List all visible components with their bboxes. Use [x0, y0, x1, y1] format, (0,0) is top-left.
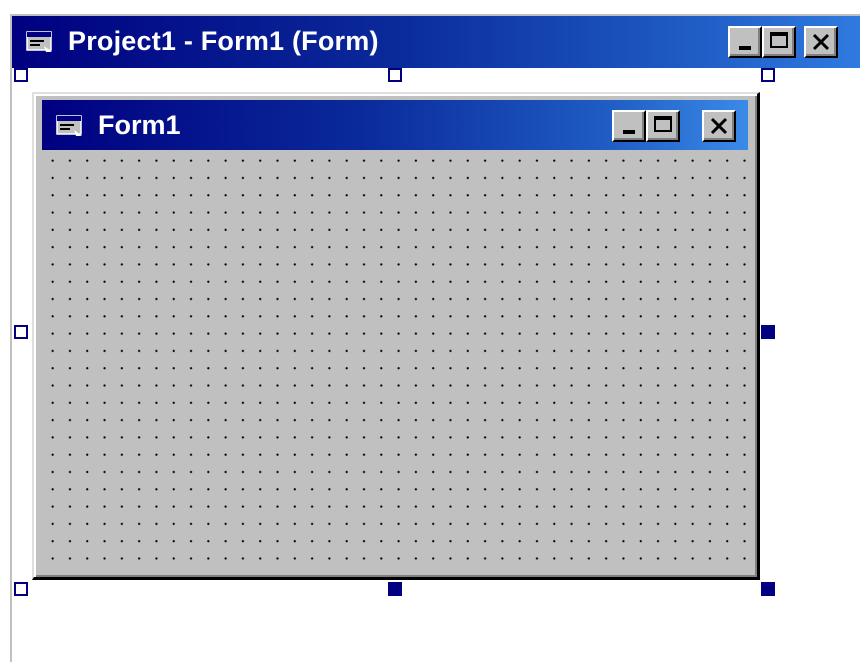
minimize-button[interactable] — [728, 26, 762, 58]
form-close-button[interactable] — [702, 110, 736, 142]
form-title-bar[interactable]: Form1 — [42, 100, 748, 150]
resize-handle-top — [388, 68, 402, 82]
designer-title-bar[interactable]: Project1 - Form1 (Form) — [12, 16, 860, 68]
resize-handle-bottom[interactable] — [388, 582, 402, 596]
form-title: Form1 — [98, 110, 181, 140]
close-button[interactable] — [804, 26, 838, 58]
designer-title: Project1 - Form1 (Form) — [68, 26, 379, 56]
minimize-icon — [739, 46, 751, 50]
form1-window[interactable]: Form1 — [32, 92, 760, 580]
form-design-grid[interactable] — [42, 150, 748, 570]
close-icon — [710, 117, 728, 135]
form-minimize-button[interactable] — [612, 110, 646, 142]
resize-handle-top-left — [14, 68, 28, 82]
resize-handle-top-right — [761, 68, 775, 82]
resize-handle-left — [14, 325, 28, 339]
resize-handle-bottom-right[interactable] — [761, 582, 775, 596]
form-icon — [26, 31, 52, 52]
form-icon — [56, 115, 82, 136]
resize-handle-right[interactable] — [761, 325, 775, 339]
close-icon — [812, 33, 830, 51]
form-maximize-button[interactable] — [646, 110, 680, 142]
maximize-button[interactable] — [762, 26, 796, 58]
minimize-icon — [623, 130, 635, 134]
resize-handle-bottom-left — [14, 582, 28, 596]
maximize-icon — [654, 116, 672, 132]
maximize-icon — [770, 32, 788, 48]
